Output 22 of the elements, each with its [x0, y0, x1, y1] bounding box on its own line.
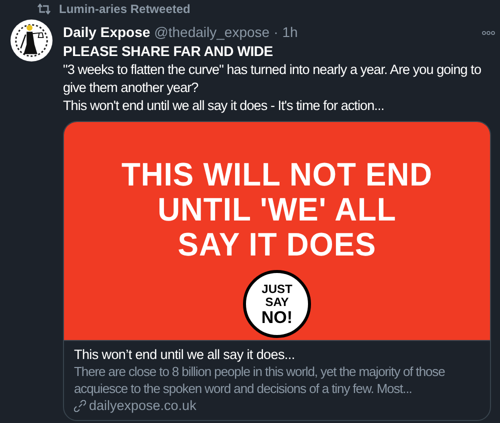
tweet-text: This won't end until we all say it does - It's time for action...: [63, 97, 386, 115]
image-headline: THIS WILL NOT END: [121, 156, 433, 193]
tweet-headline: PLEASE SHARE FAR AND WIDE: [63, 42, 274, 61]
retweet-icon: [37, 2, 51, 14]
author-handle: @thedaily_expose: [154, 23, 270, 42]
card-description: There are close to 8 billion people in this world, yet the majority of those acquiesce to the spoken word and decisions of a tiny few. Most...: [74, 363, 446, 397]
badge-text: NO!: [261, 308, 293, 326]
card-domain: dailyexpose.co.uk: [89, 397, 196, 414]
badge-text: JUST: [262, 282, 292, 296]
badge-text: SAY: [265, 296, 289, 308]
separator-dot: ·: [274, 23, 278, 42]
retweet-label: Lumin-aries Retweeted: [59, 0, 190, 18]
image-headline: UNTIL 'WE' ALL: [158, 191, 396, 228]
card-title: This won’t end until we all say it does...: [74, 346, 296, 363]
image-headline: SAY IT DOES: [178, 226, 376, 263]
tweet-time: 1h: [282, 23, 298, 42]
avatar-icon: [10, 19, 53, 62]
link-icon: [74, 400, 86, 412]
link-card[interactable]: [63, 121, 491, 421]
tweet-text: "3 weeks to flatten the curve" has turned into nearly a year. Are you going to give them another year?: [63, 61, 482, 97]
more-icon[interactable]: [482, 30, 495, 34]
author-name[interactable]: Daily Expose: [63, 23, 150, 42]
